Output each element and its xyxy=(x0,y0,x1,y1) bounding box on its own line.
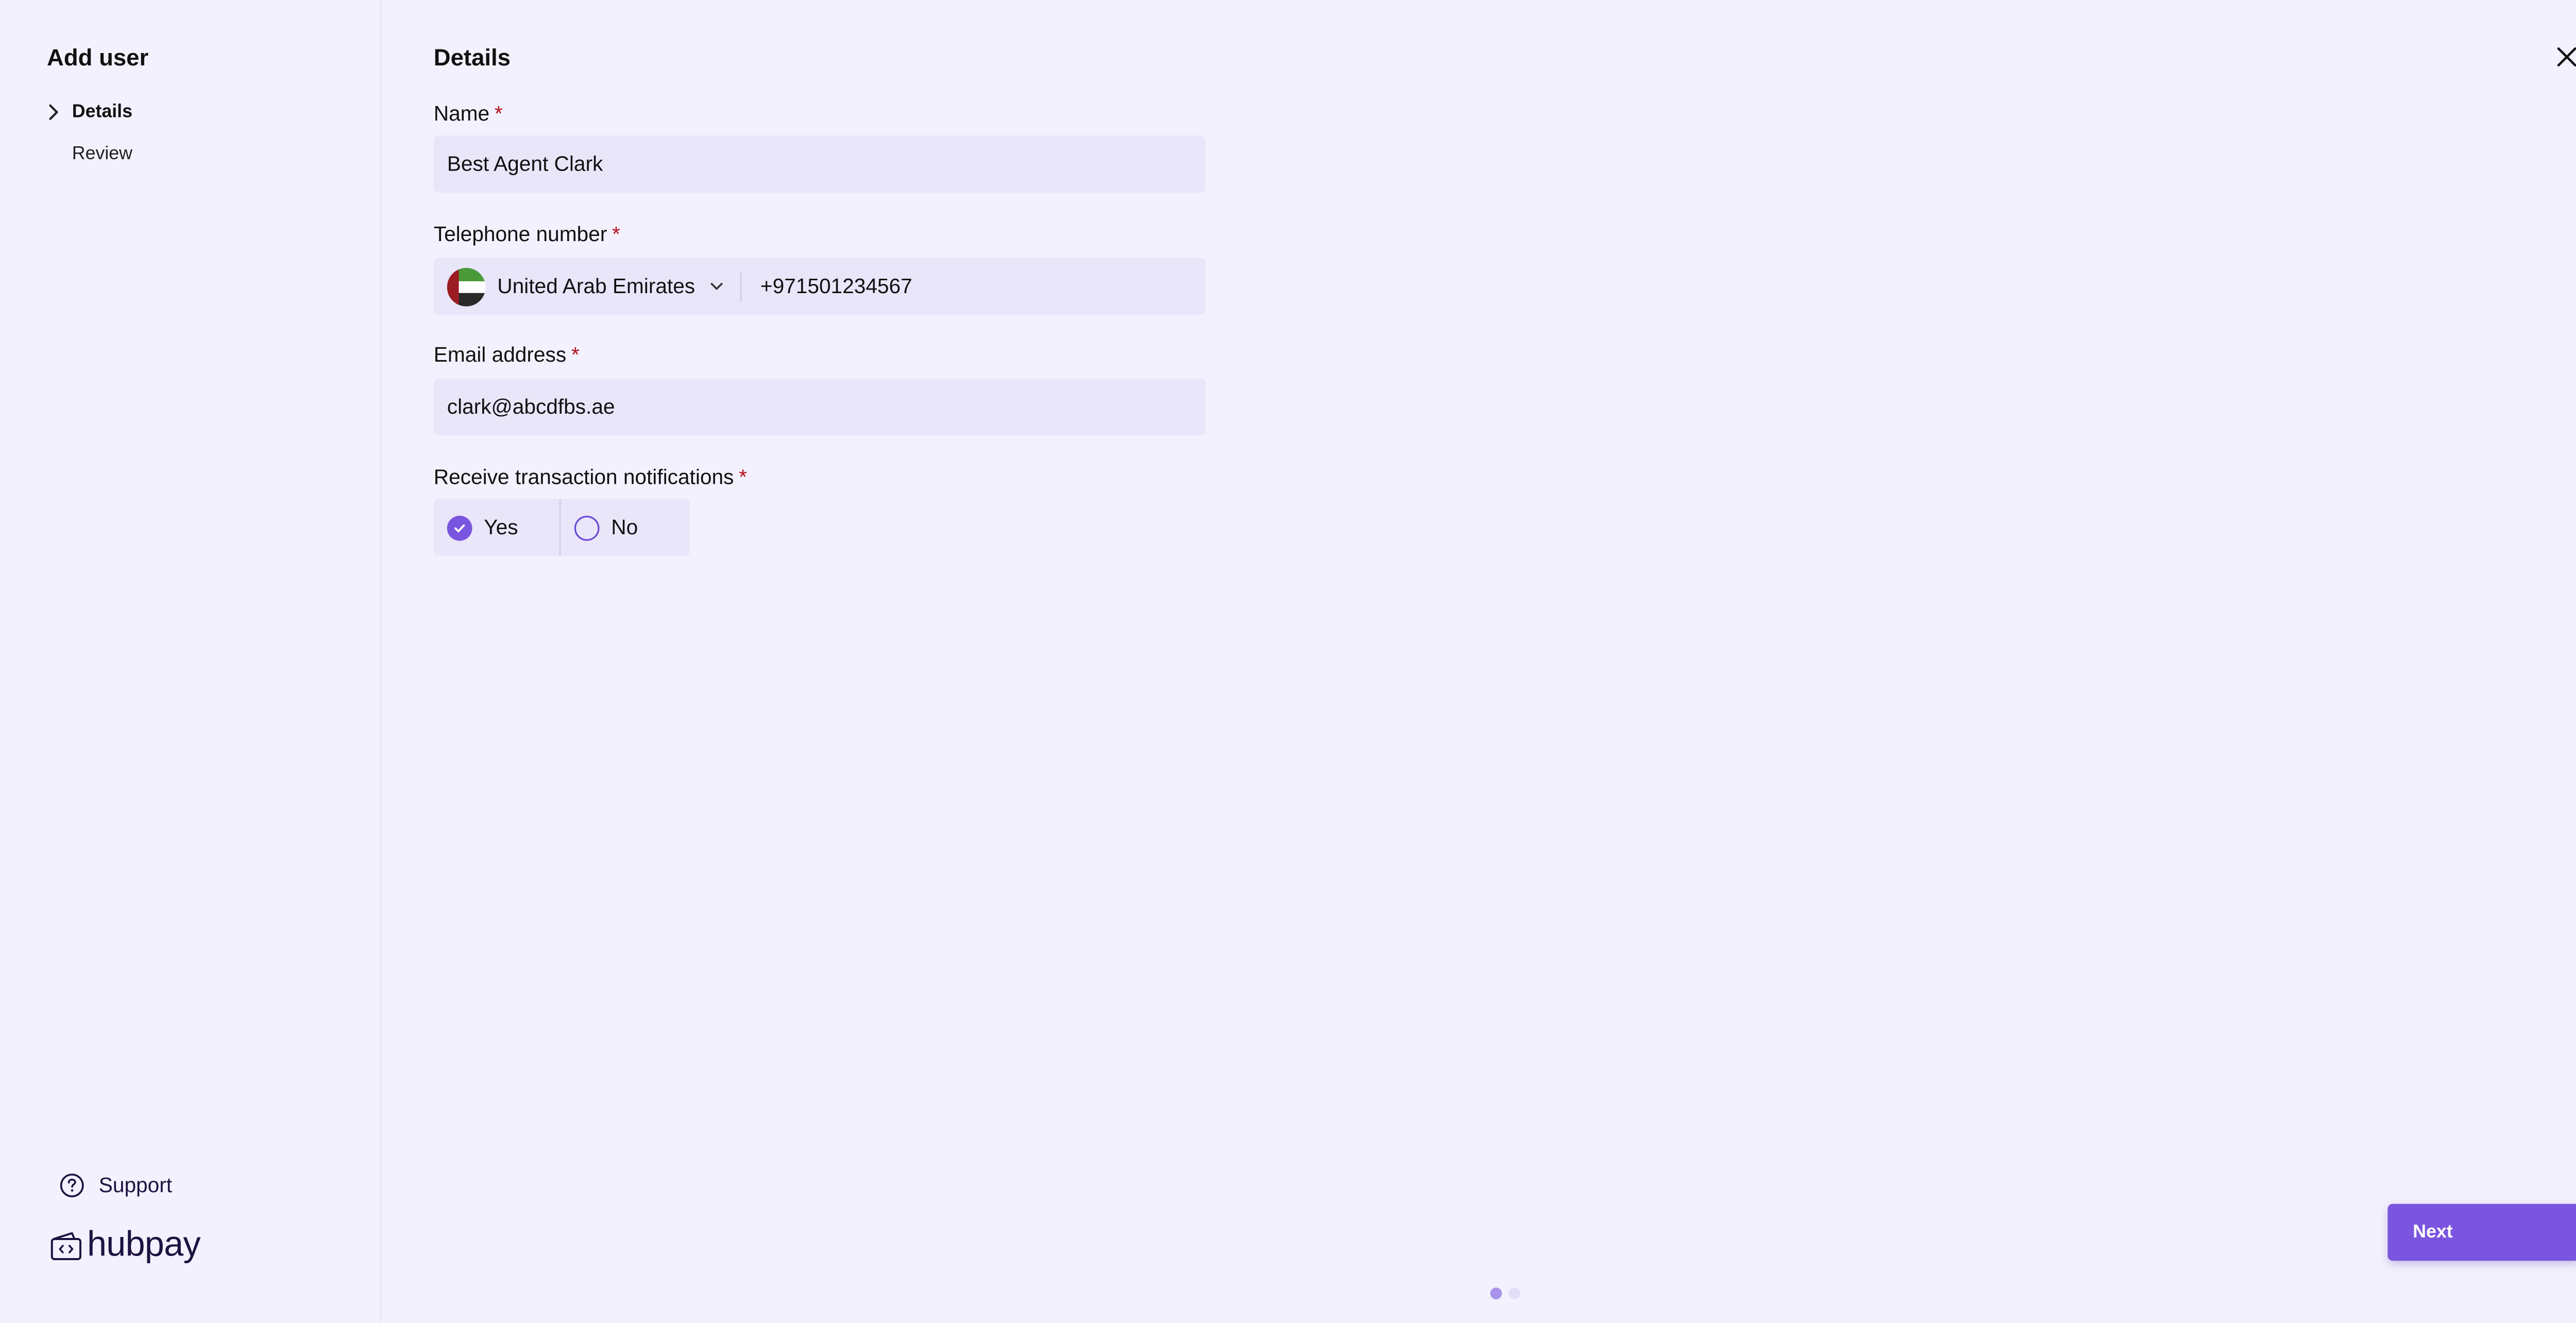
logo-text: hubpay xyxy=(87,1226,201,1264)
name-label: Name * xyxy=(434,102,503,126)
support-link[interactable]: Support xyxy=(59,1172,172,1199)
country-select[interactable]: United Arab Emirates xyxy=(434,258,725,315)
radio-yes-label: Yes xyxy=(484,516,518,539)
notifications-label-text: Receive transaction notifications xyxy=(433,465,734,489)
radio-no-label: No xyxy=(611,516,638,539)
name-field[interactable]: Best Agent Clark xyxy=(433,135,1206,193)
email-value: clark@abcdfbs.ae xyxy=(447,395,615,419)
email-field[interactable]: clark@abcdfbs.ae xyxy=(433,378,1206,435)
close-icon xyxy=(2557,47,2576,67)
support-label: Support xyxy=(98,1174,173,1197)
email-label-text: Email address xyxy=(433,343,567,367)
required-mark: * xyxy=(612,223,620,246)
step-details[interactable]: Details xyxy=(47,99,132,126)
step-pager xyxy=(1490,1287,1528,1299)
radio-unchecked-icon xyxy=(574,515,600,540)
radio-checked-icon xyxy=(447,515,472,540)
sidebar: Add user Details Review Support hubpay xyxy=(0,0,380,1323)
pager-dot-current xyxy=(1490,1287,1502,1299)
add-user-screen: Add user Details Review Support hubpay D… xyxy=(0,0,2576,1323)
help-circle-icon xyxy=(60,1174,84,1197)
notifications-radio-group: Yes No xyxy=(433,499,690,556)
step-review-label: Review xyxy=(72,144,133,164)
name-label-text: Name xyxy=(433,102,490,126)
required-mark: * xyxy=(494,102,503,126)
step-review[interactable]: Review xyxy=(47,141,132,167)
chevron-down-icon xyxy=(710,283,723,290)
phone-label: Telephone number * xyxy=(434,223,620,246)
step-details-label: Details xyxy=(72,102,133,123)
next-button-label: Next xyxy=(2413,1222,2453,1243)
country-name: United Arab Emirates xyxy=(497,275,696,298)
chevron-right-icon xyxy=(47,99,72,126)
pager-dot xyxy=(1509,1287,1520,1299)
next-button[interactable]: Next xyxy=(2387,1203,2576,1261)
notifications-label: Receive transaction notifications * xyxy=(434,466,747,489)
uae-flag-icon xyxy=(447,267,486,306)
hubpay-logo: hubpay xyxy=(50,1226,201,1264)
radio-yes[interactable]: Yes xyxy=(433,499,561,556)
phone-divider xyxy=(740,271,742,301)
hubpay-logo-icon xyxy=(50,1231,81,1260)
close-button[interactable] xyxy=(2550,40,2576,74)
sidebar-title: Add user xyxy=(47,43,149,71)
sidebar-divider xyxy=(380,0,384,1323)
name-value: Best Agent Clark xyxy=(447,152,603,176)
radio-no[interactable]: No xyxy=(561,499,690,556)
phone-field: United Arab Emirates +971501234567 xyxy=(433,258,1206,315)
required-mark: * xyxy=(739,465,747,489)
required-mark: * xyxy=(571,343,580,367)
page-title: Details xyxy=(433,43,511,71)
email-label: Email address * xyxy=(434,343,580,367)
phone-number-input[interactable]: +971501234567 xyxy=(760,275,912,298)
phone-label-text: Telephone number xyxy=(433,223,607,246)
